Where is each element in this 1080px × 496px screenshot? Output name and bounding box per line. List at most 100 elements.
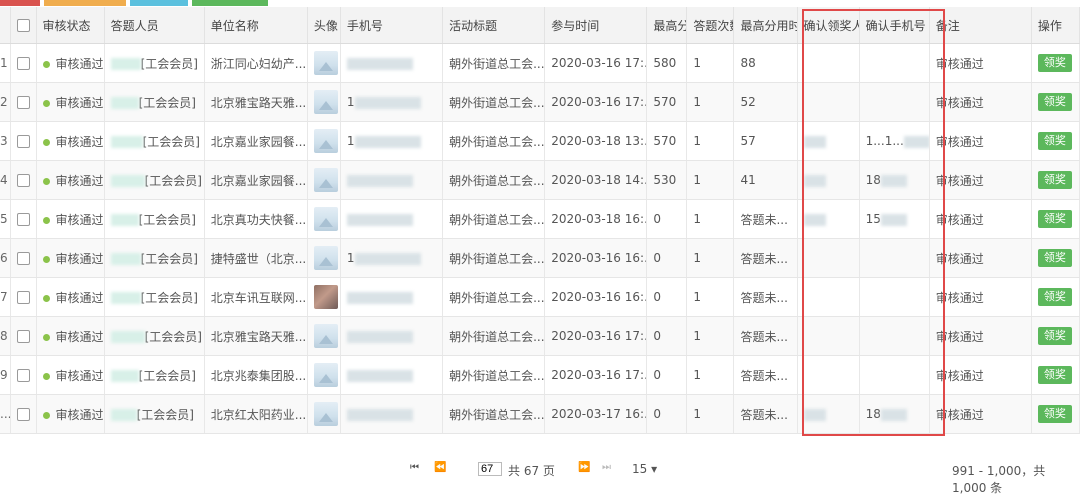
row-checkbox-cell[interactable]: [10, 355, 37, 395]
score-cell: 0: [646, 238, 688, 278]
page-number-input[interactable]: [478, 462, 502, 476]
top-tab-strip: [0, 0, 1080, 6]
activity-cell: 朝外街道总工会...: [442, 316, 546, 356]
row-checkbox-cell[interactable]: [10, 82, 37, 122]
last-page-button[interactable]: ⏭: [602, 462, 611, 473]
score-cell: 570: [646, 82, 688, 122]
row-checkbox-cell[interactable]: [10, 160, 37, 200]
row-index: 7: [0, 277, 11, 317]
company-cell: 北京兆泰集团股...: [204, 355, 308, 395]
answerer-cell: [工会会员]: [104, 238, 205, 278]
row-checkbox-cell[interactable]: [10, 121, 37, 161]
row-checkbox-cell[interactable]: [10, 277, 37, 317]
header-time[interactable]: 参与时间: [544, 7, 648, 44]
avatar: [313, 324, 338, 348]
status-text: 审核通过: [55, 329, 104, 344]
row-checkbox-cell[interactable]: [10, 43, 37, 83]
answerer-cell: [工会会员]: [104, 316, 205, 356]
header-activity[interactable]: 活动标题: [442, 7, 546, 44]
claim-prize-button[interactable]: 领奖: [1037, 171, 1072, 189]
header-select-all[interactable]: [10, 7, 37, 44]
redacted-name: [110, 253, 141, 265]
status-dot: [42, 138, 50, 146]
header-confirm-receiver[interactable]: 确认领奖人: [797, 7, 860, 44]
action-cell: 领奖: [1031, 316, 1080, 356]
header-status[interactable]: 审核状态: [36, 7, 105, 44]
claim-prize-button[interactable]: 领奖: [1037, 405, 1072, 423]
row-index: 4: [0, 160, 11, 200]
row-checkbox[interactable]: [16, 135, 30, 148]
header-answerer[interactable]: 答题人员: [104, 7, 205, 44]
row-checkbox-cell[interactable]: [10, 199, 37, 239]
claim-prize-button[interactable]: 领奖: [1037, 132, 1072, 150]
status-dot: [42, 294, 50, 302]
row-checkbox[interactable]: [16, 330, 30, 343]
claim-prize-button[interactable]: 领奖: [1037, 327, 1072, 345]
time-cell: 2020-03-16 16:...: [544, 238, 648, 278]
row-checkbox-cell[interactable]: [10, 394, 37, 434]
receiver-phone-cell: [859, 316, 930, 356]
header-max-time[interactable]: 最高分用时: [733, 7, 798, 44]
row-checkbox-cell[interactable]: [10, 316, 37, 356]
remark-cell: 审核通过: [929, 160, 1032, 200]
claim-prize-button[interactable]: 领奖: [1037, 288, 1072, 306]
row-checkbox[interactable]: [16, 96, 30, 109]
row-checkbox[interactable]: [16, 213, 30, 226]
top-tab-3[interactable]: [130, 0, 188, 6]
header-index: [0, 7, 11, 44]
status-cell: 审核通过: [36, 316, 105, 356]
avatar-cell: [307, 277, 341, 317]
claim-prize-button[interactable]: 领奖: [1037, 210, 1072, 228]
time-cell: 2020-03-18 16:...: [544, 199, 648, 239]
claim-prize-button[interactable]: 领奖: [1037, 93, 1072, 111]
remark-cell: 审核通过: [929, 238, 1032, 278]
next-page-button[interactable]: ⏩: [578, 462, 590, 473]
header-phone[interactable]: 手机号: [340, 7, 444, 44]
time-cell: 2020-03-16 17:...: [544, 355, 648, 395]
score-cell: 580: [646, 43, 688, 83]
phone-cell: [340, 394, 444, 434]
table-row: 7 审核通过 [工会会员] 北京车讯互联网... 朝外街道总工会... 2020-03-1…: [0, 277, 1080, 317]
row-checkbox[interactable]: [16, 408, 30, 421]
phone-cell: [340, 43, 444, 83]
duration-cell: 52: [733, 82, 798, 122]
header-confirm-phone[interactable]: 确认手机号: [859, 7, 930, 44]
prev-page-button[interactable]: ⏪: [434, 462, 446, 473]
header-company[interactable]: 单位名称: [204, 7, 308, 44]
answerer-cell: [工会会员]: [104, 355, 205, 395]
header-attempts[interactable]: 答题次数: [686, 7, 735, 44]
score-cell: 0: [646, 355, 688, 395]
page-size-select[interactable]: 15 ▾: [632, 462, 657, 476]
top-tab-2[interactable]: [44, 0, 126, 6]
row-checkbox[interactable]: [16, 57, 30, 70]
activity-cell: 朝外街道总工会...: [442, 82, 546, 122]
status-text: 审核通过: [55, 368, 104, 383]
status-text: 审核通过: [55, 407, 104, 422]
top-tab-4[interactable]: [192, 0, 268, 6]
action-cell: 领奖: [1031, 82, 1080, 122]
row-checkbox[interactable]: [16, 291, 30, 304]
header-avatar[interactable]: 头像: [307, 7, 341, 44]
claim-prize-button[interactable]: 领奖: [1037, 249, 1072, 267]
row-checkbox[interactable]: [16, 369, 30, 382]
activity-cell: 朝外街道总工会...: [442, 238, 546, 278]
row-checkbox[interactable]: [16, 252, 30, 265]
remark-cell: 审核通过: [929, 121, 1032, 161]
row-checkbox[interactable]: [16, 174, 30, 187]
receiver-cell: [797, 160, 860, 200]
header-max-score[interactable]: 最高分: [646, 7, 688, 44]
activity-cell: 朝外街道总工会...: [442, 121, 546, 161]
answerer-cell: [工会会员]: [104, 121, 205, 161]
duration-cell: 41: [733, 160, 798, 200]
first-page-button[interactable]: ⏮: [410, 462, 419, 473]
time-cell: 2020-03-16 17:...: [544, 82, 648, 122]
top-tab-1[interactable]: [0, 0, 40, 6]
activity-cell: 朝外街道总工会...: [442, 43, 546, 83]
row-checkbox-cell[interactable]: [10, 238, 37, 278]
claim-prize-button[interactable]: 领奖: [1037, 54, 1072, 72]
score-cell: 0: [646, 199, 688, 239]
select-all-checkbox[interactable]: [16, 19, 30, 32]
header-remark[interactable]: 备注: [929, 7, 1032, 44]
claim-prize-button[interactable]: 领奖: [1037, 366, 1072, 384]
receiver-cell: [797, 199, 860, 239]
